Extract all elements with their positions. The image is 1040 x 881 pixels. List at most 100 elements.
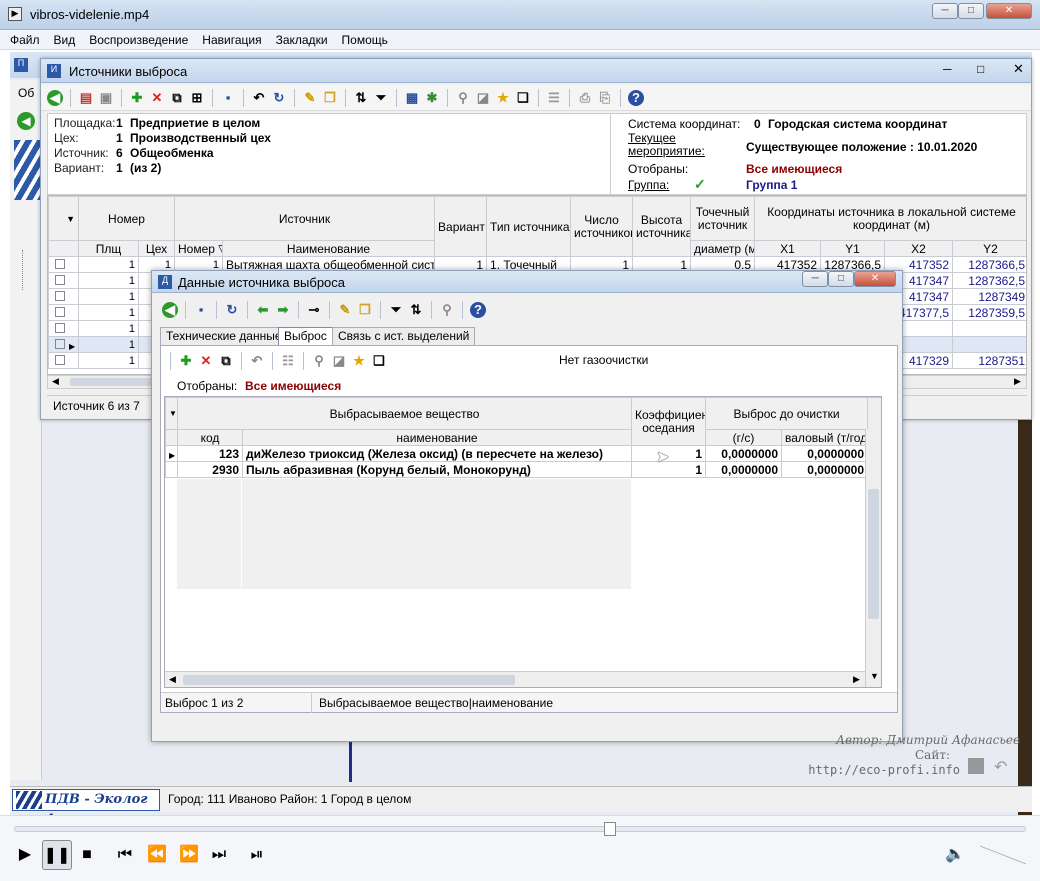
copy-doc-icon[interactable]: ▣	[98, 90, 114, 106]
vscroll-down-icon[interactable]: ▼	[870, 671, 879, 681]
maximize-button[interactable]: □	[958, 3, 984, 19]
cell-plsh[interactable]: 1	[78, 304, 139, 321]
group-label[interactable]: Группа:	[628, 178, 669, 192]
scroll-right-icon[interactable]: ▶	[1014, 376, 1021, 387]
checkbox-icon[interactable]	[55, 306, 65, 317]
cell-tgod[interactable]: 0,0000000	[781, 445, 869, 462]
menu-playback[interactable]: Воспроизведение	[89, 33, 188, 47]
pin-icon[interactable]: ⊸	[306, 302, 322, 318]
table-row[interactable]: 2930 Пыль абразивная (Корунд белый, Монок…	[165, 461, 881, 478]
seek-handle[interactable]	[604, 822, 616, 836]
minimize-button[interactable]: ─	[932, 3, 958, 19]
emission-vscroll[interactable]: ▼	[865, 429, 881, 687]
variant-header[interactable]: Вариант	[434, 196, 488, 257]
chislo-header[interactable]: Число источников	[570, 196, 634, 257]
filter-icon[interactable]: ⏷	[388, 302, 404, 318]
search-icon[interactable]: ⚲	[311, 353, 327, 369]
kod-header[interactable]: код	[177, 429, 243, 446]
folder-icon[interactable]: ❒	[357, 302, 373, 318]
add-icon[interactable]: ✚	[178, 353, 194, 369]
left-tab[interactable]: Об	[18, 86, 34, 100]
row-selector[interactable]	[165, 461, 178, 478]
cell-plsh[interactable]: 1	[78, 288, 139, 305]
stop-button[interactable]: ■	[72, 840, 102, 870]
cell-y2[interactable]: 1287366,5	[952, 256, 1026, 273]
cell-y2[interactable]: 1287362,5	[952, 272, 1026, 289]
measure-label[interactable]: Текущее мероприятие:	[628, 132, 718, 158]
volume-slider[interactable]	[980, 846, 1026, 864]
forward-button[interactable]: ⏩	[174, 840, 204, 870]
search-icon[interactable]: ⚲	[455, 90, 471, 106]
search-icon[interactable]: ⚲	[439, 302, 455, 318]
row-checkbox[interactable]: ▶	[48, 336, 79, 353]
tools-icon[interactable]: ✱	[424, 90, 440, 106]
cell-y2[interactable]	[952, 336, 1026, 353]
scroll-left-icon[interactable]: ◀	[52, 376, 59, 387]
naim-header[interactable]: Наименование	[221, 240, 436, 257]
cell-plsh[interactable]: 1	[78, 256, 139, 273]
tip-header[interactable]: Тип источника	[486, 196, 572, 257]
edit-icon[interactable]: ✎	[302, 90, 318, 106]
print-icon[interactable]: ⎙	[577, 90, 593, 106]
prev-arrow-icon[interactable]: ⬅	[255, 302, 271, 318]
x2-header[interactable]: X2	[884, 240, 954, 257]
copy-icon[interactable]: ⧉	[218, 353, 234, 369]
data-minimize-button[interactable]: ─	[802, 271, 828, 287]
row-checkbox[interactable]	[48, 304, 79, 321]
indent-icon[interactable]: ☰	[546, 90, 562, 106]
close-button[interactable]: ✕	[986, 3, 1032, 19]
cell-gs[interactable]: 0,0000000	[705, 461, 783, 478]
checkbox-icon[interactable]	[55, 290, 65, 301]
cell-naim[interactable]: Пыль абразивная (Корунд белый, Монокорун…	[241, 461, 633, 478]
koef-header[interactable]: Коэффициент оседания	[631, 397, 707, 446]
rewind-button[interactable]: ⏪	[142, 840, 172, 870]
list-icon[interactable]: ☷	[280, 353, 296, 369]
filter-icon[interactable]: ⏷	[373, 90, 389, 106]
back-icon[interactable]: ◀	[162, 302, 178, 318]
folder-icon[interactable]: ❒	[322, 90, 338, 106]
nomer-header[interactable]: Номер ▽	[174, 240, 223, 257]
row-checkbox[interactable]	[48, 352, 79, 369]
sources-minimize-button[interactable]: ─	[943, 62, 952, 76]
cell-y2[interactable]: 1287349	[952, 288, 1026, 305]
cell-kod[interactable]: 2930	[177, 461, 243, 478]
cell-y2[interactable]: 1287359,5	[952, 304, 1026, 321]
emission-selector-header[interactable]: ▼	[165, 397, 178, 430]
pages-icon[interactable]: ❏	[515, 90, 531, 106]
hscroll-right-icon[interactable]: ▶	[853, 674, 860, 685]
back-icon[interactable]: ◀	[47, 89, 63, 106]
cell-plsh[interactable]: 1	[78, 320, 139, 337]
cell-gs[interactable]: 0,0000000	[705, 445, 783, 462]
cell-y2[interactable]: 1287351	[952, 352, 1026, 369]
hscroll-left-icon[interactable]: ◀	[169, 674, 176, 685]
tab-technical[interactable]: Технические данные	[160, 327, 288, 345]
delete-icon[interactable]: ✕	[198, 353, 214, 369]
menu-bookmarks[interactable]: Закладки	[276, 33, 328, 47]
cell-y2[interactable]	[952, 320, 1026, 337]
add-icon[interactable]: ✚	[129, 90, 145, 106]
menu-view[interactable]: Вид	[54, 33, 76, 47]
emission-hscroll[interactable]: ◀ ▶	[165, 671, 865, 687]
play-button[interactable]: ▶	[10, 840, 40, 870]
hscroll-thumb[interactable]	[183, 675, 515, 685]
scroll-thumb[interactable]	[70, 378, 160, 386]
gs-header[interactable]: (г/с)	[705, 429, 783, 446]
data-maximize-button[interactable]: □	[828, 271, 854, 287]
sources-close-button[interactable]: ✕	[1013, 61, 1024, 77]
save-icon[interactable]: ▪	[193, 302, 209, 318]
data-close-button[interactable]: ✕	[854, 271, 896, 287]
tab-emission[interactable]: Выброс	[278, 327, 333, 345]
row-checkbox[interactable]	[48, 288, 79, 305]
menu-help[interactable]: Помощь	[342, 33, 388, 47]
tab-link[interactable]: Связь с ист. выделений	[332, 327, 476, 345]
next-button[interactable]: ⏭	[204, 840, 234, 870]
delete-icon[interactable]: ✕	[149, 90, 165, 106]
help-icon[interactable]: ?	[628, 89, 644, 106]
star-icon[interactable]: ★	[351, 353, 367, 369]
edit-icon[interactable]: ✎	[337, 302, 353, 318]
tgod-header[interactable]: валовый (т/год)	[781, 429, 869, 446]
previous-button[interactable]: ⏮	[110, 840, 140, 870]
star-icon[interactable]: ★	[495, 90, 511, 106]
volume-icon[interactable]: 🔈	[940, 840, 970, 870]
plsh-header[interactable]: Плщ	[78, 240, 139, 257]
